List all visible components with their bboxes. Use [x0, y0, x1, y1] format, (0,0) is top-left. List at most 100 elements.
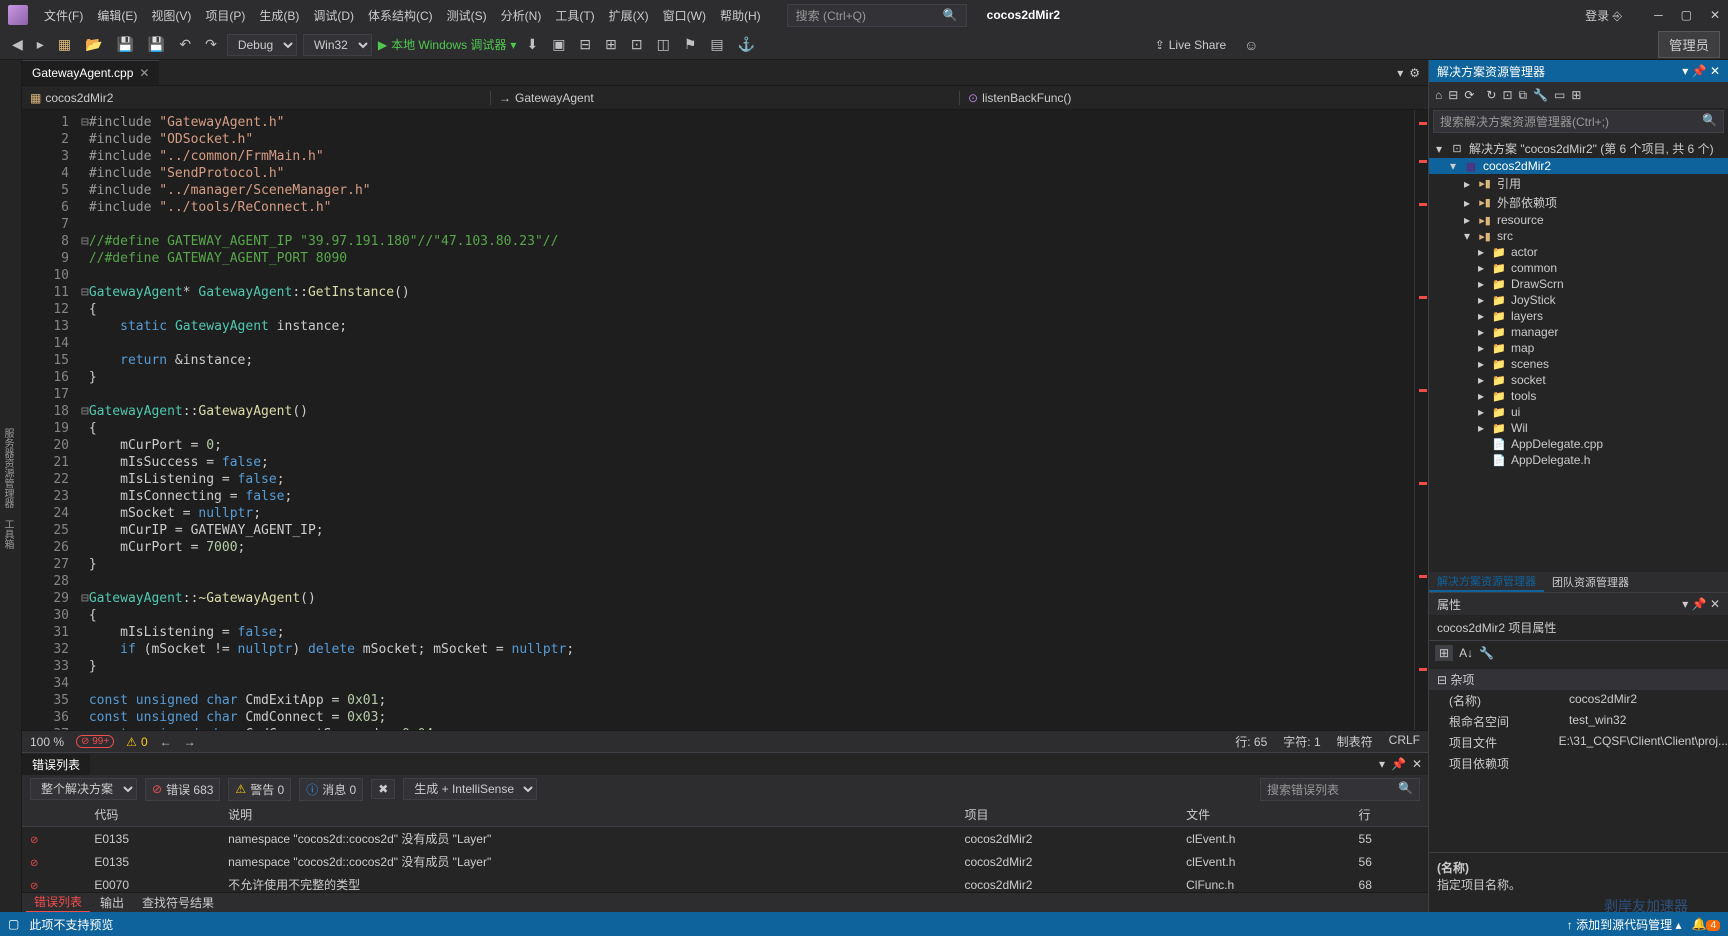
login-button[interactable]: 登录 ⎆	[1585, 7, 1622, 24]
breadcrumb-class[interactable]: →GatewayAgent	[491, 91, 960, 105]
file-tab[interactable]: GatewayAgent.cpp ✕	[22, 60, 159, 85]
menu-item[interactable]: 扩展(X)	[603, 3, 655, 28]
save-all-icon[interactable]: 💾	[144, 34, 169, 55]
tree-item[interactable]: ▸📁common	[1429, 260, 1728, 276]
tree-item[interactable]: ▸📁map	[1429, 340, 1728, 356]
error-list-tab[interactable]: 错误列表	[22, 754, 90, 775]
table-header[interactable]: 说明	[220, 803, 956, 827]
rp-pin-icon[interactable]: 📌	[1692, 64, 1707, 78]
toolbar-icon-1[interactable]: ⬇	[522, 34, 542, 55]
preview-icon[interactable]: ▭	[1554, 88, 1565, 102]
categorize-icon[interactable]: ⊞	[1435, 645, 1453, 661]
panel-bottom-tab[interactable]: 输出	[92, 893, 132, 912]
source-select[interactable]: 生成 + IntelliSense	[403, 778, 537, 800]
left-tool-strip[interactable]: 服务器资源管理器 工具箱	[0, 60, 22, 912]
prop-row[interactable]: 项目文件E:\31_CQSF\Client\Client\proj...	[1429, 732, 1728, 753]
toolbar-icon-8[interactable]: ▤	[706, 34, 727, 55]
table-row[interactable]: ⊘E0070不允许使用不完整的类型cocos2dMir2ClFunc.h68	[22, 873, 1428, 892]
tab-gear-icon[interactable]: ⚙	[1409, 66, 1420, 80]
menu-item[interactable]: 视图(V)	[145, 3, 197, 28]
alphabetize-icon[interactable]: A↓	[1459, 646, 1473, 660]
tree-item[interactable]: ▸📁tools	[1429, 388, 1728, 404]
scope-select[interactable]: 整个解决方案	[30, 778, 137, 800]
global-search-input[interactable]: 搜索 (Ctrl+Q) 🔍	[787, 4, 967, 27]
tree-item[interactable]: ▸▸▮外部依赖项	[1429, 193, 1728, 212]
solution-search-input[interactable]: 搜索解决方案资源管理器(Ctrl+;)🔍	[1433, 110, 1724, 133]
panel-pin-icon[interactable]: 📌	[1391, 757, 1406, 771]
table-header[interactable]: 文件	[1178, 803, 1350, 827]
sync-icon[interactable]: ↻	[1486, 88, 1496, 102]
menu-item[interactable]: 窗口(W)	[657, 3, 712, 28]
minimize-button[interactable]: ─	[1654, 8, 1663, 22]
menu-item[interactable]: 项目(P)	[199, 3, 251, 28]
prop-row[interactable]: (名称)cocos2dMir2	[1429, 690, 1728, 711]
show-all-icon[interactable]: ⊡	[1502, 88, 1512, 102]
tree-item[interactable]: ▾▸▮src	[1429, 228, 1728, 244]
error-search-input[interactable]: 搜索错误列表🔍	[1260, 778, 1420, 801]
menu-item[interactable]: 生成(B)	[253, 3, 305, 28]
toolbar-icon-9[interactable]: ⚓	[734, 34, 759, 55]
prop-group[interactable]: ⊟ 杂项	[1429, 669, 1728, 690]
menu-item[interactable]: 体系结构(C)	[362, 3, 439, 28]
view-icon[interactable]: ⊞	[1571, 88, 1581, 102]
right-panel-tab[interactable]: 解决方案资源管理器	[1429, 572, 1544, 592]
tree-item[interactable]: ▸▸▮引用	[1429, 174, 1728, 193]
prop-row[interactable]: 项目依赖项	[1429, 753, 1728, 774]
tree-item[interactable]: ▸📁ui	[1429, 404, 1728, 420]
props-pin-icon[interactable]: 📌	[1692, 597, 1707, 611]
warning-count-badge[interactable]: ⚠ 0	[126, 735, 147, 749]
notification-icon[interactable]: 🔔4	[1691, 917, 1720, 931]
props-close-icon[interactable]: ✕	[1710, 597, 1720, 611]
menu-item[interactable]: 测试(S)	[441, 3, 493, 28]
prop-row[interactable]: 根命名空间test_win32	[1429, 711, 1728, 732]
maximize-button[interactable]: ▢	[1681, 8, 1692, 22]
toolbar-icon-3[interactable]: ⊟	[575, 34, 595, 55]
menu-item[interactable]: 帮助(H)	[714, 3, 767, 28]
rp-close-icon[interactable]: ✕	[1710, 64, 1720, 78]
tree-item[interactable]: ▾⊡解决方案 "cocos2dMir2" (第 6 个项目, 共 6 个)	[1429, 139, 1728, 158]
table-header[interactable]: 行	[1351, 803, 1428, 827]
menu-item[interactable]: 工具(T)	[549, 3, 600, 28]
tree-item[interactable]: ▸📁manager	[1429, 324, 1728, 340]
platform-select[interactable]: Win32	[303, 34, 372, 56]
home-icon[interactable]: ⌂	[1435, 88, 1442, 102]
marker-strip[interactable]	[1414, 110, 1428, 730]
table-header[interactable]: 代码	[86, 803, 220, 827]
admin-button[interactable]: 管理员	[1658, 31, 1720, 58]
filter-warnings-button[interactable]: ⚠警告 0	[228, 778, 291, 801]
wrench-icon[interactable]: 🔧	[1479, 646, 1494, 660]
menu-item[interactable]: 编辑(E)	[91, 3, 143, 28]
refresh-icon[interactable]: ⟳	[1464, 88, 1474, 102]
close-tab-icon[interactable]: ✕	[139, 66, 149, 80]
tree-item[interactable]: ▸📁layers	[1429, 308, 1728, 324]
run-button[interactable]: ▶ 本地 Windows 调试器 ▾	[378, 36, 517, 53]
tree-item[interactable]: ▸📁JoyStick	[1429, 292, 1728, 308]
breadcrumb-scope[interactable]: ▦cocos2dMir2	[22, 91, 491, 105]
toolbar-icon-2[interactable]: ▣	[548, 34, 569, 55]
close-button[interactable]: ✕	[1710, 8, 1720, 22]
tree-item[interactable]: ▾▦cocos2dMir2	[1429, 158, 1728, 174]
live-share-button[interactable]: ⇪ Live Share	[1155, 38, 1226, 52]
tree-item[interactable]: 📄AppDelegate.h	[1429, 452, 1728, 468]
undo-icon[interactable]: ↶	[175, 34, 195, 55]
toolbar-icon-5[interactable]: ⊡	[627, 34, 647, 55]
table-header[interactable]	[22, 803, 86, 827]
panel-bottom-tab[interactable]: 查找符号结果	[134, 893, 222, 912]
breadcrumb-func[interactable]: ⊙listenBackFunc()	[960, 91, 1428, 105]
panel-dropdown-icon[interactable]: ▾	[1379, 757, 1385, 771]
menu-item[interactable]: 分析(N)	[495, 3, 548, 28]
properties-icon[interactable]: 🔧	[1533, 88, 1548, 102]
tab-dropdown-icon[interactable]: ▾	[1397, 66, 1403, 80]
menu-item[interactable]: 调试(D)	[307, 3, 360, 28]
tree-item[interactable]: ▸📁DrawScrn	[1429, 276, 1728, 292]
back-icon[interactable]: ◀	[8, 34, 27, 55]
properties-subject[interactable]: cocos2dMir2 项目属性	[1429, 615, 1728, 641]
copy-icon[interactable]: ⧉	[1519, 88, 1528, 103]
config-select[interactable]: Debug	[227, 34, 297, 56]
table-header[interactable]: 项目	[956, 803, 1178, 827]
add-to-source-control[interactable]: ↑ 添加到源代码管理 ▴	[1567, 916, 1682, 933]
open-icon[interactable]: 📂	[81, 34, 106, 55]
rp-dropdown-icon[interactable]: ▾	[1682, 64, 1688, 78]
menu-item[interactable]: 文件(F)	[38, 3, 89, 28]
tree-item[interactable]: ▸▸▮resource	[1429, 212, 1728, 228]
